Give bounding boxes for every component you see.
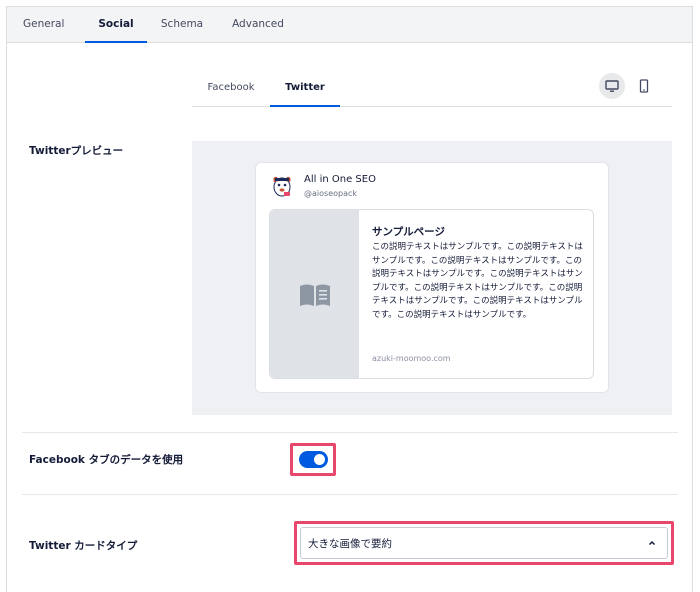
panel-right-border (692, 6, 693, 592)
use-facebook-data-label: Facebook タブのデータを使用 (29, 454, 184, 466)
card-domain: azuki-moomoo.com (372, 354, 451, 363)
tab-schema[interactable]: Schema (157, 7, 207, 43)
card-type-select[interactable]: 大きな画像で要約 (300, 527, 668, 559)
row-divider (22, 494, 678, 495)
tab-advanced[interactable]: Advanced (227, 7, 289, 43)
card-image-placeholder (270, 210, 359, 378)
sub-tab-facebook[interactable]: Facebook (202, 70, 260, 107)
desktop-preview-button[interactable] (599, 73, 625, 99)
main-tabs: General Social Schema Advanced (7, 7, 692, 43)
toggle-knob (314, 454, 325, 465)
use-facebook-data-toggle[interactable] (299, 451, 328, 468)
card-type-selected-value: 大きな画像で要約 (308, 538, 392, 550)
card-type-label: Twitter カードタイプ (29, 540, 138, 552)
aioseo-mascot-icon (269, 172, 295, 198)
twitter-preview-label: Twitterプレビュー (29, 145, 124, 157)
card-title: サンプルページ (372, 226, 445, 238)
desktop-icon (605, 79, 619, 92)
tab-social[interactable]: Social (85, 7, 147, 43)
page: General Social Schema Advanced Facebook … (0, 0, 700, 592)
card-description: この説明テキストはサンプルです。この説明テキストはサンプルです。この説明テキスト… (372, 242, 583, 320)
twitter-summary-card: サンプルページ この説明テキストはサンプルです。この説明テキストはサンプルです。… (269, 209, 594, 379)
sub-tab-twitter[interactable]: Twitter (270, 70, 340, 107)
book-icon (299, 284, 330, 306)
tab-general[interactable]: General (23, 7, 64, 43)
mobile-icon (639, 79, 649, 93)
row-divider (22, 432, 678, 433)
account-handle: @aioseopack (304, 189, 358, 198)
chevron-up-icon (648, 540, 656, 546)
account-avatar (269, 172, 295, 198)
account-name: All in One SEO (304, 174, 376, 185)
mobile-preview-button[interactable] (631, 73, 657, 99)
panel-left-border (6, 6, 7, 592)
